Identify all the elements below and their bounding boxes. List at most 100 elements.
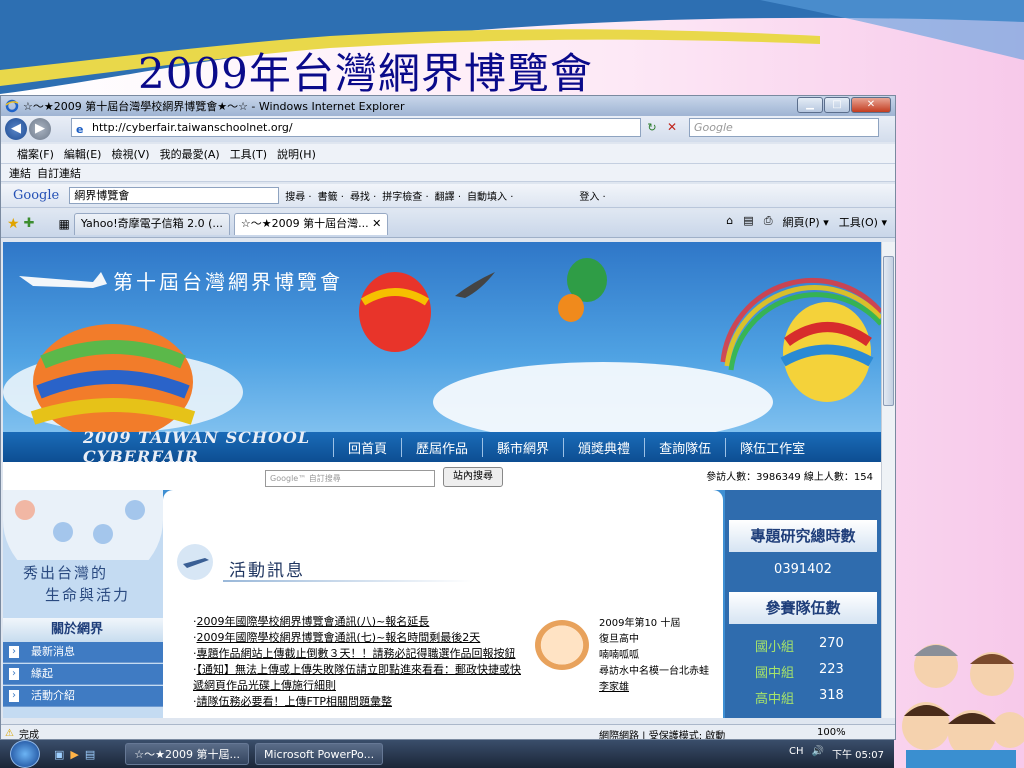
forward-button[interactable]: ▶: [29, 118, 51, 140]
tab-yahoo-mail[interactable]: Yahoo!奇摩電子信箱 2.0 (...: [73, 212, 230, 235]
links-label: 連結: [9, 166, 31, 180]
team-count-label: 國小組: [755, 640, 795, 655]
site-nav: 2009 TAIWAN SCHOOL CYBERFAIR 回首頁 歷屆作品 縣市…: [3, 428, 881, 466]
quicklaunch-desktop-icon[interactable]: ▣: [54, 748, 64, 761]
menu-view[interactable]: 檢視(V): [111, 146, 149, 162]
menu-bar: 檔案(F) 編輯(E) 檢視(V) 我的最愛(A) 工具(T) 說明(H): [1, 144, 895, 164]
tab-cyberfair[interactable]: ☆～★2009 第十屆台灣... ✕: [233, 212, 389, 235]
featured-author-link[interactable]: 李家雄: [599, 680, 719, 696]
nav-team-search[interactable]: 查詢隊伍: [644, 437, 725, 457]
nav-past-works[interactable]: 歷屆作品: [401, 437, 482, 457]
volume-icon[interactable]: 🔊: [812, 746, 824, 761]
vertical-scrollbar[interactable]: [881, 242, 895, 718]
url-text: http://cyberfair.taiwanschoolnet.org/: [92, 121, 293, 134]
google-autofill-tool[interactable]: 自動填入 ·: [467, 188, 513, 203]
site-search-button[interactable]: 站內搜尋: [443, 467, 503, 487]
warning-icon: ⚠: [5, 727, 14, 739]
main-content: 活動訊息 ·2009年國際學校網界博覽會通訊(八)~報名延長 ·2009年國際學…: [163, 490, 723, 718]
list-item: ·【通知】無法上傳或上傳失敗隊伍請立即點進來看看：郵政快捷或快遞網頁作品光碟上傳…: [193, 663, 521, 692]
motto: 秀出台灣的 生命與活力: [23, 562, 130, 606]
page-menu[interactable]: 網頁(P) ▾: [783, 214, 829, 230]
scrollbar-thumb[interactable]: [883, 256, 894, 406]
google-signin-tool[interactable]: 登入 ·: [579, 188, 605, 203]
sidebar-item-news[interactable]: 最新消息: [3, 642, 163, 663]
featured-team: 喃喃呱呱: [599, 650, 639, 661]
quick-tabs-icon[interactable]: ▦: [58, 217, 69, 231]
google-find-tool[interactable]: 尋找 ·: [350, 188, 376, 203]
menu-tools[interactable]: 工具(T): [230, 146, 267, 162]
stop-icon[interactable]: ✕: [663, 118, 681, 137]
page-e-icon: e: [76, 123, 84, 136]
nav-awards[interactable]: 頒獎典禮: [563, 437, 644, 457]
sidebar-item-origin[interactable]: 緣起: [3, 664, 163, 685]
window-titlebar[interactable]: ☆～★2009 第十屆台灣學校網界博覽會★～☆ - Windows Intern…: [1, 96, 895, 116]
add-favorite-icon[interactable]: ✚: [24, 216, 35, 231]
news-heading: 活動訊息: [229, 561, 305, 581]
back-button[interactable]: ◀: [5, 118, 27, 140]
team-count-value: 223: [819, 662, 844, 677]
news-link[interactable]: 2009年國際學校網界博覽會通訊(七)~報名時間剩最後2天: [197, 631, 481, 644]
list-item: ·請隊伍務必要看！上傳FTP相關問題彙整: [193, 695, 393, 708]
menu-favorites[interactable]: 我的最愛(A): [160, 146, 220, 162]
clock[interactable]: 下午 05:07: [832, 746, 884, 761]
team-count-row: 國中組 223: [755, 662, 875, 681]
list-item: ·2009年國際學校網界博覽會通訊(七)~報名時間剩最後2天: [193, 631, 481, 644]
news-link[interactable]: 請隊伍務必要看！上傳FTP相關問題彙整: [197, 695, 393, 708]
refresh-icon[interactable]: ↻: [643, 118, 661, 137]
home-icon[interactable]: ⌂: [726, 214, 733, 230]
window-title: ☆～★2009 第十屆台灣學校網界博覽會★～☆ - Windows Intern…: [23, 100, 405, 113]
status-zone: 網際網路 | 受保護模式: 啟動: [599, 731, 726, 740]
team-count-value: 318: [819, 688, 844, 703]
custom-links-item[interactable]: 自訂連結: [37, 165, 81, 181]
motto-line-2: 生命與活力: [45, 586, 131, 604]
close-button[interactable]: ✕: [851, 97, 891, 113]
minimize-button[interactable]: ▁: [797, 97, 823, 113]
zoom-level[interactable]: 100%: [817, 727, 846, 738]
team-count-row: 高中組 318: [755, 688, 875, 707]
favorites-star-icon[interactable]: ★: [7, 216, 20, 232]
maximize-button[interactable]: □: [824, 97, 850, 113]
news-link[interactable]: 2009年國際學校網界博覽會通訊(八)~報名延長: [197, 615, 430, 628]
task-powerpoint[interactable]: Microsoft PowerPo...: [254, 743, 384, 765]
url-field[interactable]: e http://cyberfair.taiwanschoolnet.org/: [71, 118, 641, 137]
ie-window: ☆～★2009 第十屆台灣學校網界博覽會★～☆ - Windows Intern…: [0, 95, 896, 740]
list-item: ·專題作品網站上傳截止倒數３天！！請務必記得職選作品回報按鈕: [193, 647, 516, 660]
compass-wheel-image: [3, 490, 163, 560]
teams-heading: 參賽隊伍數: [729, 592, 877, 624]
google-search-tool[interactable]: 搜尋 ·: [285, 188, 311, 203]
cyberfair-logo: 2009 TAIWAN SCHOOL CYBERFAIR: [83, 428, 311, 466]
input-language[interactable]: CH: [789, 746, 804, 761]
quicklaunch-window-icon[interactable]: ▤: [85, 748, 95, 761]
slide-title: 2009年台灣網界博覽會: [138, 49, 593, 96]
feeds-icon[interactable]: ▤: [743, 214, 753, 230]
news-link[interactable]: 專題作品網站上傳截止倒數３天！！請務必記得職選作品回報按鈕: [197, 647, 516, 660]
news-link[interactable]: 【通知】無法上傳或上傳失敗隊伍請立即點進來看看：郵政快捷或快遞網頁作品光碟上傳施…: [193, 663, 521, 692]
google-query-field[interactable]: 網界博覽會: [69, 187, 280, 204]
team-count-row: 國小組 270: [755, 636, 875, 655]
google-spellcheck-tool[interactable]: 拼字檢查 ·: [382, 188, 428, 203]
quicklaunch-media-icon[interactable]: ▶: [70, 748, 78, 761]
print-icon[interactable]: ⎙: [764, 214, 773, 230]
tools-menu[interactable]: 工具(O) ▾: [839, 214, 887, 230]
status-bar: ⚠ 完成 網際網路 | 受保護模式: 啟動 100%: [1, 724, 895, 740]
visitor-count: 參訪人數：3986349 線上人數：154: [706, 472, 873, 483]
list-item: ·2009年國際學校網界博覽會通訊(八)~報名延長: [193, 615, 430, 628]
site-search-input[interactable]: Google™ 自訂搜尋: [265, 470, 435, 487]
browser-search-input[interactable]: Google: [689, 118, 879, 137]
slide-header: 2009年台灣網界博覽會: [0, 0, 1024, 96]
nav-home[interactable]: 回首頁: [333, 437, 401, 457]
menu-file[interactable]: 檔案(F): [17, 146, 54, 162]
menu-edit[interactable]: 編輯(E): [64, 146, 102, 162]
google-translate-tool[interactable]: 翻譯 ·: [435, 188, 461, 203]
about-heading: 關於網界: [3, 618, 163, 642]
sidebar-item-intro[interactable]: 活動介紹: [3, 686, 163, 707]
featured-school: 復旦高中: [599, 634, 639, 645]
nav-team-studio[interactable]: 隊伍工作室: [725, 437, 819, 457]
featured-work: 2009年第10 十屆 復旦高中 喃喃呱呱 尋訪水中名模一台北赤蛙 李家雄: [599, 616, 719, 696]
menu-help[interactable]: 說明(H): [277, 146, 316, 162]
start-button[interactable]: [10, 740, 40, 768]
google-bookmarks-tool[interactable]: 書籤 ·: [318, 188, 344, 203]
nav-county[interactable]: 縣市網界: [482, 437, 563, 457]
taskbar: ▣ ▶ ▤ ☆～★2009 第十屆... Microsoft PowerPo..…: [0, 740, 894, 768]
task-ie[interactable]: ☆～★2009 第十屆...: [125, 743, 249, 765]
